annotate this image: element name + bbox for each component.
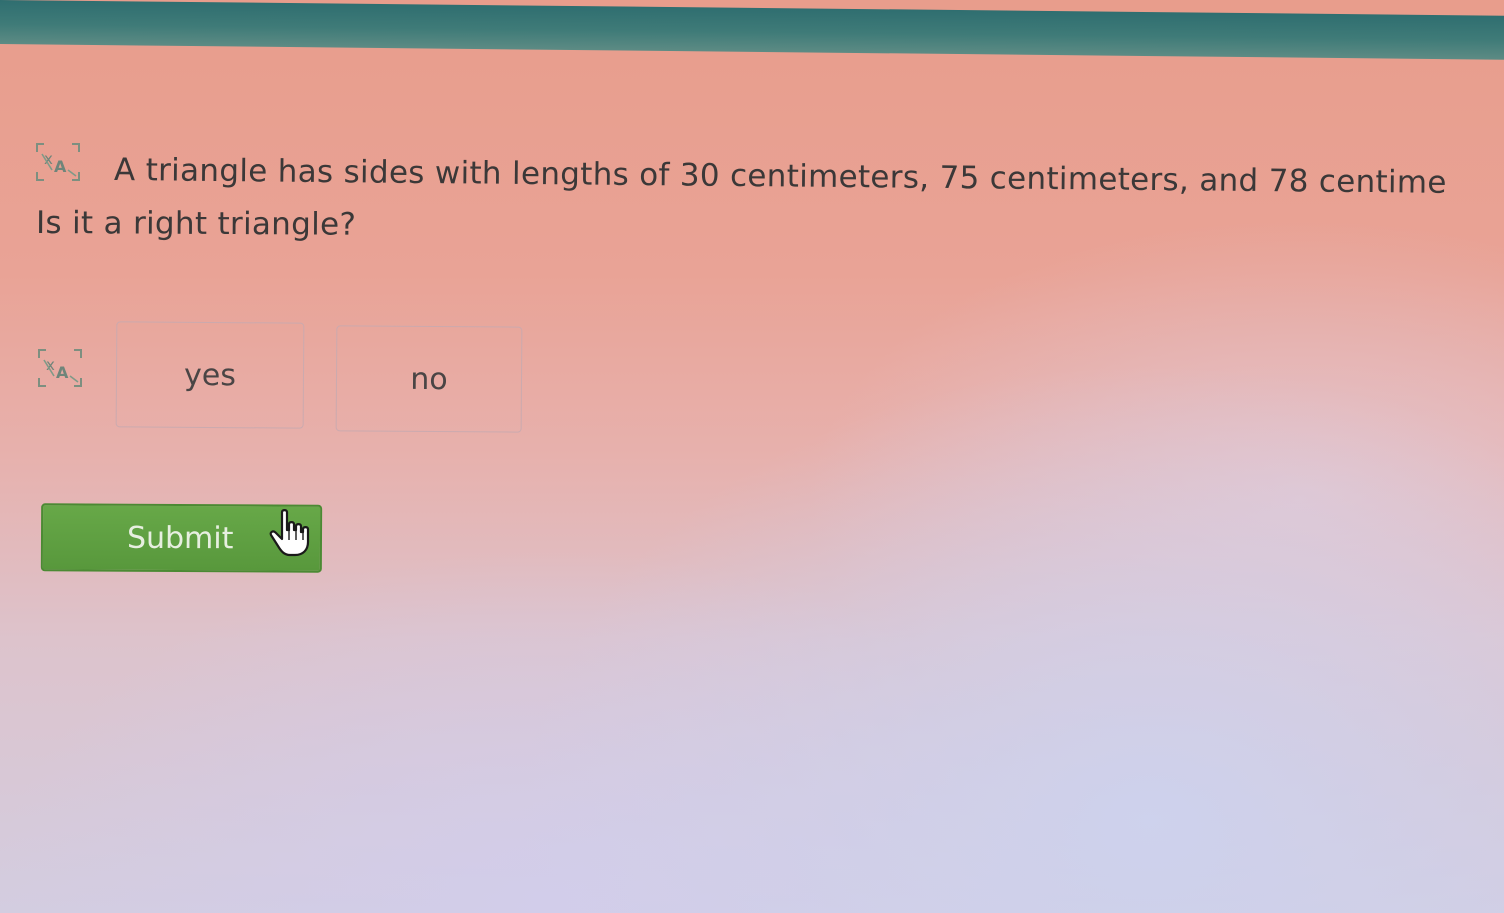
choice-label: yes [183, 357, 237, 393]
svg-text:A: A [56, 363, 69, 382]
top-bar [0, 0, 1504, 60]
svg-text:A: A [54, 157, 67, 176]
choice-label: no [410, 361, 448, 397]
choice-yes-button[interactable]: yes [115, 321, 305, 429]
submit-label: Submit [126, 520, 234, 556]
choices-audio-icon[interactable]: x A [34, 346, 86, 390]
question-prompt: Is it a right triangle? [35, 205, 357, 243]
question-text: A triangle has sides with lengths of 30 … [113, 152, 1447, 201]
question-audio-icon[interactable]: x A [32, 140, 84, 184]
choice-no-button[interactable]: no [335, 325, 523, 433]
hand-pointer-icon [266, 508, 314, 558]
